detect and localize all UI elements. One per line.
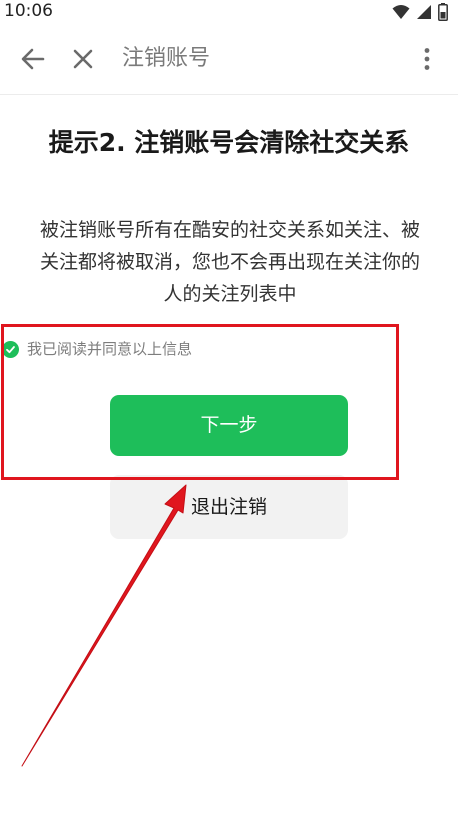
status-bar: 10:06 <box>0 0 458 24</box>
annotation-highlight-box <box>1 324 399 480</box>
page-title: 注销账号 <box>122 46 211 71</box>
close-icon <box>73 49 93 69</box>
battery-icon <box>438 3 448 21</box>
notice-body: 被注销账号所有在酷安的社交关系如关注、被关注都将被取消，您也不会再出现在关注你的… <box>39 219 420 305</box>
status-time: 10:06 <box>4 1 53 21</box>
more-vert-icon <box>424 48 430 70</box>
back-arrow-icon <box>21 48 45 70</box>
exit-cancellation-button[interactable]: 退出注销 <box>110 475 348 539</box>
wifi-icon <box>392 5 410 19</box>
more-options-button[interactable] <box>412 44 442 74</box>
back-button[interactable] <box>18 44 48 74</box>
signal-icon <box>417 5 431 19</box>
top-app-bar: 注销账号 <box>0 24 458 95</box>
close-button[interactable] <box>68 44 98 74</box>
status-icons <box>392 2 448 22</box>
notice-heading: 提示2. 注销账号会清除社交关系 <box>48 128 410 157</box>
